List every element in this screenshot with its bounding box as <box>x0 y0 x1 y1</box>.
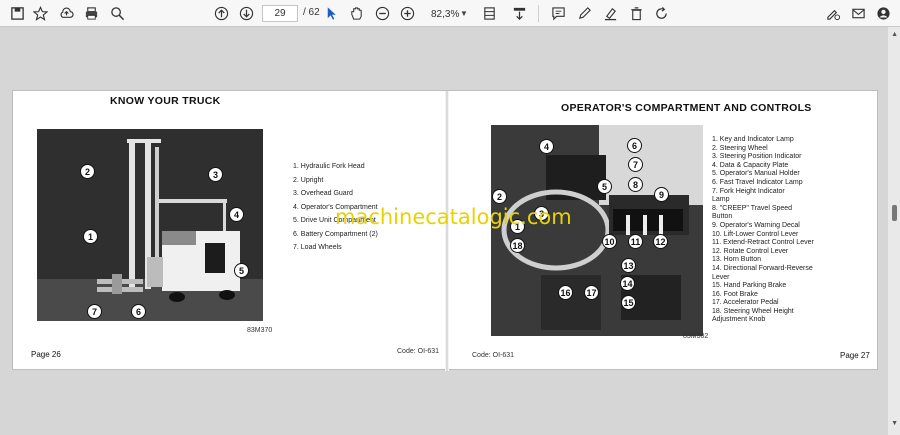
comment-icon[interactable] <box>549 4 568 23</box>
legend-item: 14. Directional Forward-Reverse <box>712 264 813 272</box>
left-photo-code: 83M370 <box>247 327 273 334</box>
page-down-icon[interactable] <box>237 4 256 23</box>
right-page-code: Code: OI-631 <box>472 352 515 359</box>
rotate-icon[interactable] <box>652 4 671 23</box>
scroll-down-arrow-icon[interactable]: ▼ <box>891 420 898 427</box>
callout-14: 14 <box>620 276 635 291</box>
delete-icon[interactable] <box>627 4 646 23</box>
legend-item: 8. "CREEP" Travel Speed <box>712 204 793 212</box>
page-number-input[interactable]: 29 <box>262 5 298 22</box>
legend-item: 5. Operator's Manual Holder <box>712 170 800 178</box>
legend-item: 18. Steering Wheel Height <box>712 307 794 315</box>
callout-11: 11 <box>628 234 643 249</box>
scroll-mode-icon[interactable] <box>510 4 529 23</box>
legend-item: 3. Steering Position Indicator <box>712 153 802 161</box>
page-spine <box>445 91 449 371</box>
callout-4: 4 <box>539 139 554 154</box>
legend-item: Lever <box>712 273 730 281</box>
zoom-search-icon[interactable] <box>108 4 127 23</box>
legend-item: 9. Operator's Warning Decal <box>712 221 800 229</box>
legend-item: 17. Accelerator Pedal <box>712 299 779 307</box>
callout-16: 16 <box>558 285 573 300</box>
select-cursor-icon[interactable] <box>322 4 341 23</box>
callout-8: 8 <box>628 177 643 192</box>
legend-item: 13. Horn Button <box>712 256 762 264</box>
callout-3: 3 <box>208 167 223 182</box>
legend-item: 12. Rotate Control Lever <box>712 247 789 255</box>
callout-7: 7 <box>628 157 643 172</box>
account-icon[interactable] <box>874 4 893 23</box>
legend-item: 15. Hand Parking Brake <box>712 282 787 290</box>
callout-17: 17 <box>584 285 599 300</box>
callout-18: 18 <box>510 238 525 253</box>
callout-10: 10 <box>602 234 617 249</box>
callout-5: 5 <box>597 179 612 194</box>
left-page-title: KNOW YOUR TRUCK <box>110 95 221 107</box>
pdf-toolbar: 29 / 62 82,3% ▼ <box>0 0 900 27</box>
fit-page-icon[interactable] <box>480 4 499 23</box>
save-icon[interactable] <box>8 4 27 23</box>
callout-9: 9 <box>654 187 669 202</box>
toolbar-divider <box>538 5 539 22</box>
chevron-down-icon[interactable]: ▼ <box>460 5 468 22</box>
legend-item: 6. Fast Travel Indicator Lamp <box>712 178 803 186</box>
print-icon[interactable] <box>82 4 101 23</box>
legend-item: Adjustment Knob <box>712 316 766 324</box>
right-page-number: Page 27 <box>840 351 870 360</box>
legend-item: 7. Load Wheels <box>293 244 342 251</box>
upload-icon[interactable] <box>57 4 76 23</box>
legend-item: 16. Foot Brake <box>712 290 758 298</box>
callout-6: 6 <box>627 138 642 153</box>
zoom-in-icon[interactable] <box>398 4 417 23</box>
callout-4: 4 <box>229 207 244 222</box>
truck-photo <box>37 129 263 321</box>
right-photo-code: 83M302 <box>683 333 709 340</box>
legend-item: 7. Fork Height Indicator <box>712 187 785 195</box>
scrollbar-thumb[interactable] <box>892 205 897 221</box>
legend-item: 10. Lift-Lower Control Lever <box>712 230 799 238</box>
scroll-up-arrow-icon[interactable]: ▲ <box>891 31 898 38</box>
left-page-number: Page 26 <box>31 350 61 359</box>
legend-item: 2. Upright <box>293 176 324 184</box>
callout-13: 13 <box>621 258 636 273</box>
bookmark-star-icon[interactable] <box>31 4 50 23</box>
legend-item: 6. Battery Compartment (2) <box>293 230 378 238</box>
callout-2: 2 <box>492 189 507 204</box>
left-page-code: Code: OI-631 <box>397 348 440 355</box>
vertical-scrollbar[interactable] <box>888 27 900 435</box>
callout-5: 5 <box>234 263 249 278</box>
page-count: / 62 <box>303 7 320 18</box>
hand-icon[interactable] <box>347 4 366 23</box>
callout-1: 1 <box>83 229 98 244</box>
legend-item: 3. Overhead Guard <box>293 190 353 197</box>
legend-item: 1. Key and Indicator Lamp <box>712 136 794 143</box>
email-icon[interactable] <box>849 4 868 23</box>
legend-item: 1. Hydraulic Fork Head <box>293 163 365 170</box>
legend-item: 4. Data & Capacity Plate <box>712 161 789 169</box>
sign-icon[interactable] <box>824 4 843 23</box>
legend-item: Button <box>712 213 733 221</box>
callout-15: 15 <box>621 295 636 310</box>
pdf-page-spread: KNOW YOUR TRUCK 2 3 4 1 5 7 6 83M370 1. … <box>12 90 878 371</box>
watermark-text: machinecatalogic.com <box>335 205 572 229</box>
legend-item: 11. Extend-Retract Control Lever <box>712 239 814 247</box>
zoom-out-icon[interactable] <box>373 4 392 23</box>
callout-12: 12 <box>653 234 668 249</box>
right-legend: 1. Key and Indicator Lamp 2. Steering Wh… <box>712 136 814 325</box>
pen-icon[interactable] <box>575 4 594 23</box>
callout-2: 2 <box>80 164 95 179</box>
callout-6: 6 <box>131 304 146 319</box>
page-up-icon[interactable] <box>212 4 231 23</box>
callout-7: 7 <box>87 304 102 319</box>
legend-item: Lamp <box>712 196 730 204</box>
legend-item: 2. Steering Wheel <box>712 144 768 152</box>
highlight-icon[interactable] <box>601 4 620 23</box>
right-page-title: OPERATOR'S COMPARTMENT AND CONTROLS <box>561 102 812 114</box>
